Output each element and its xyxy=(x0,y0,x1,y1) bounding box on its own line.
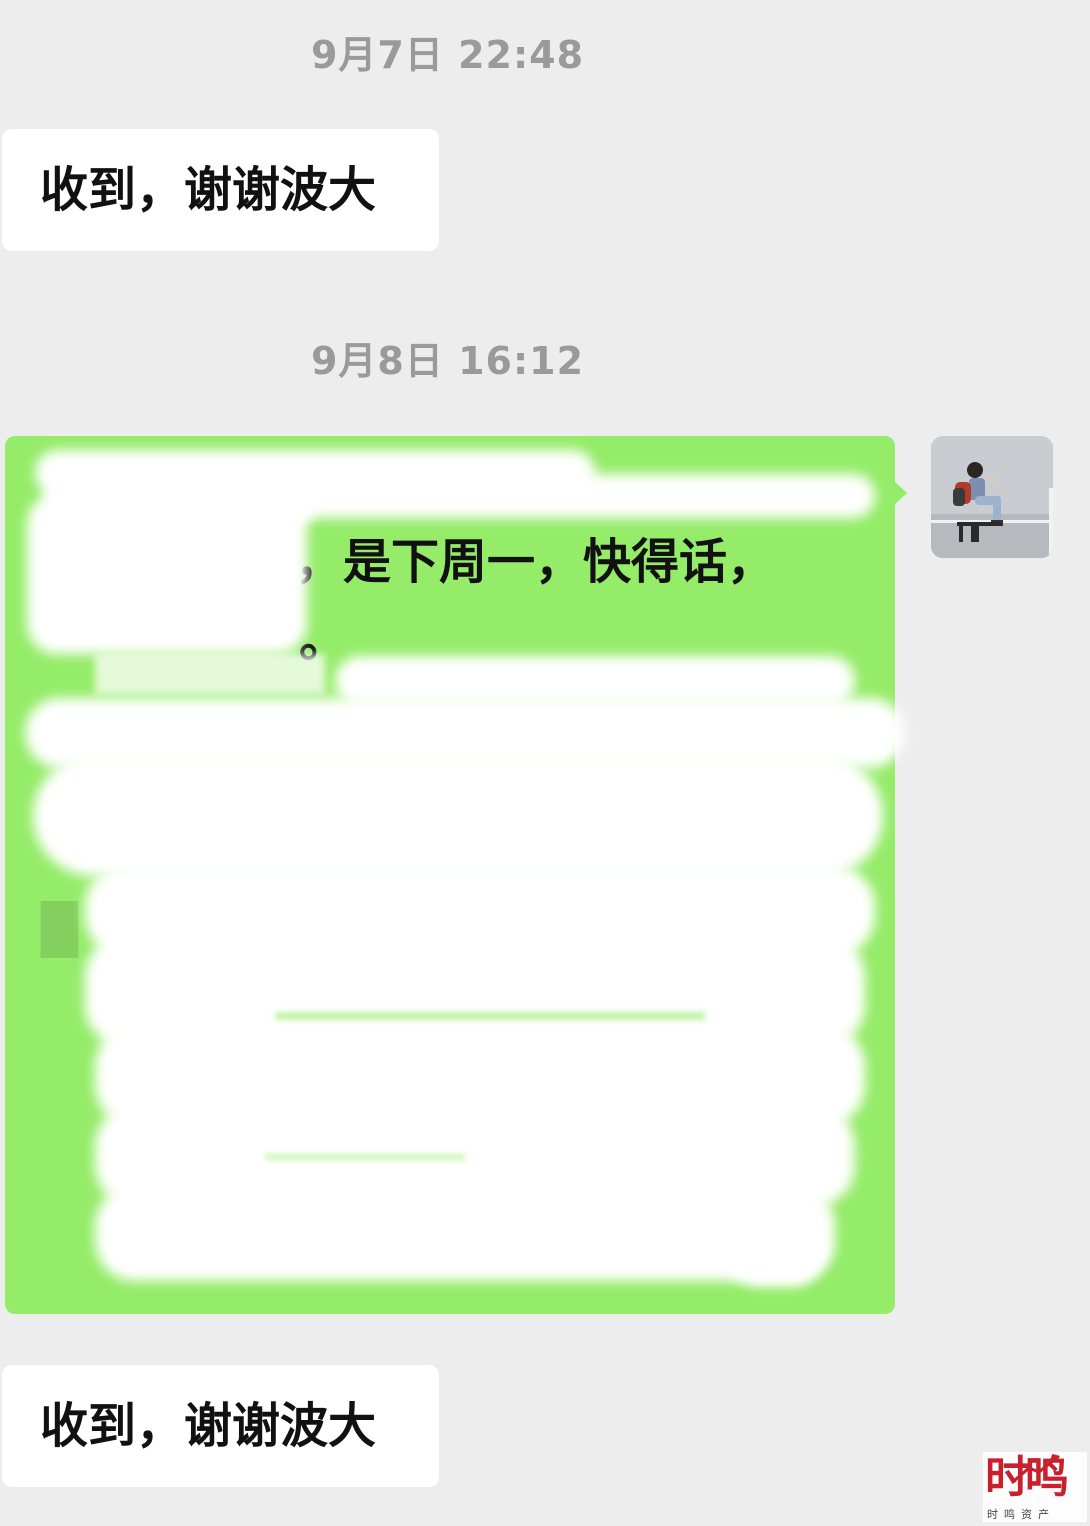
trend-arrow-icon xyxy=(1014,1454,1060,1482)
timestamp: 9月8日 16:12 xyxy=(310,339,585,383)
watermark-subtitle: 时鸣资产 xyxy=(987,1508,1055,1521)
redaction-mark xyxy=(95,654,325,694)
redacted-text-hint: █ xyxy=(41,902,78,958)
redaction-mark xyxy=(725,1216,825,1286)
watermark-logo: 时鸣 时鸣资产 xyxy=(983,1452,1087,1522)
redaction-mark xyxy=(95,1186,835,1281)
incoming-message-bubble[interactable]: 收到，谢谢波大 xyxy=(2,1365,439,1487)
redaction-remnant xyxy=(275,1012,705,1020)
message-text-line: ，是下周一，快得话， xyxy=(295,534,776,590)
avatar[interactable] xyxy=(931,436,1053,558)
redaction-mark xyxy=(33,756,883,876)
redaction-remnant xyxy=(265,1154,465,1160)
avatar-photo-icon xyxy=(931,436,1053,558)
timestamp: 9月7日 22:48 xyxy=(310,33,585,77)
outgoing-message-bubble[interactable]: █ ，是下周一，快得话， 。 xyxy=(5,436,907,1314)
message-text: 收到，谢谢波大 xyxy=(40,162,377,218)
redaction-mark xyxy=(155,496,315,522)
incoming-message-bubble[interactable]: 收到，谢谢波大 xyxy=(2,129,439,251)
bubble-tail xyxy=(893,480,907,506)
message-text: 收到，谢谢波大 xyxy=(40,1398,377,1454)
